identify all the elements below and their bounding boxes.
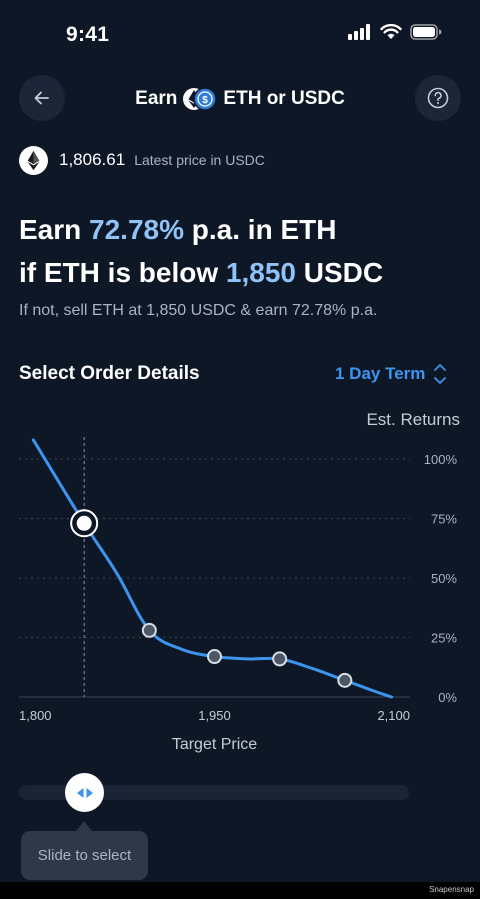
header: Earn $ ETH or USDC: [0, 75, 480, 123]
status-time: 9:41: [66, 23, 110, 46]
headline-text: USDC: [296, 257, 384, 288]
bottom-bar: [0, 882, 480, 899]
title-suffix: ETH or USDC: [223, 88, 345, 109]
price-slider-thumb[interactable]: [65, 773, 104, 812]
y-tick-label: 100%: [424, 452, 458, 467]
headline-line-2: if ETH is below 1,850 USDC: [19, 251, 383, 294]
headline-text: p.a. in ETH: [184, 214, 337, 245]
title-prefix: Earn: [135, 88, 178, 109]
y-tick-label: 25%: [431, 631, 457, 646]
x-tick-label: 2,100: [377, 708, 410, 723]
page-title: Earn $ ETH or USDC: [0, 87, 480, 111]
headline-text: Earn: [19, 214, 90, 245]
term-selector[interactable]: 1 Day Term: [335, 362, 447, 386]
data-point[interactable]: [207, 649, 222, 665]
x-axis-label: Target Price: [172, 736, 257, 753]
headline-subline: If not, sell ETH at 1,850 USDC & earn 72…: [19, 302, 378, 319]
watermark: Snapensnap: [429, 885, 474, 894]
term-value: 1 Day Term: [335, 364, 426, 383]
data-point[interactable]: [141, 622, 157, 638]
slide-tooltip: Slide to select: [21, 831, 148, 880]
x-tick-label: 1,800: [19, 708, 52, 723]
y-tick-label: 75%: [431, 512, 457, 527]
coin-pair-icon: $: [183, 87, 218, 111]
section-title: Select Order Details: [19, 363, 200, 384]
latest-price-row: 1,806.61 Latest price in USDC: [19, 145, 265, 175]
latest-price-value: 1,806.61: [59, 150, 126, 169]
data-point[interactable]: [272, 651, 288, 667]
x-tick-label: 1,950: [198, 708, 231, 723]
chevron-up-down-icon: [434, 364, 447, 384]
battery-icon: [410, 24, 442, 40]
arrows-left-right-icon: [76, 787, 93, 798]
cellular-signal-icon: [348, 24, 370, 40]
svg-text:$: $: [203, 95, 209, 106]
tooltip-arrow: [76, 821, 92, 831]
returns-chart[interactable]: 100% 75% 50% 25% 0% 1,800 1,950 2,100 Target P…: [0, 430, 480, 760]
latest-price-caption: Latest price in USDC: [134, 152, 265, 168]
y-tick-label: 50%: [431, 571, 457, 586]
selected-data-point[interactable]: [71, 510, 97, 536]
help-button[interactable]: [415, 75, 461, 121]
status-icons: [348, 24, 442, 40]
est-returns-label: Est. Returns: [366, 410, 460, 429]
data-point[interactable]: [337, 672, 353, 688]
headline-text: if ETH is below: [19, 257, 226, 288]
status-bar: 9:41: [0, 0, 480, 70]
headline: Earn 72.78% p.a. in ETH if ETH is below …: [19, 208, 383, 294]
headline-line-1: Earn 72.78% p.a. in ETH: [19, 208, 383, 251]
y-tick-label: 0%: [438, 690, 457, 705]
headline-rate: 72.78%: [89, 214, 184, 245]
headline-target-price: 1,850: [225, 257, 296, 288]
wifi-icon: [380, 24, 402, 39]
eth-icon: [19, 145, 48, 175]
question-circle-icon: [427, 87, 449, 109]
